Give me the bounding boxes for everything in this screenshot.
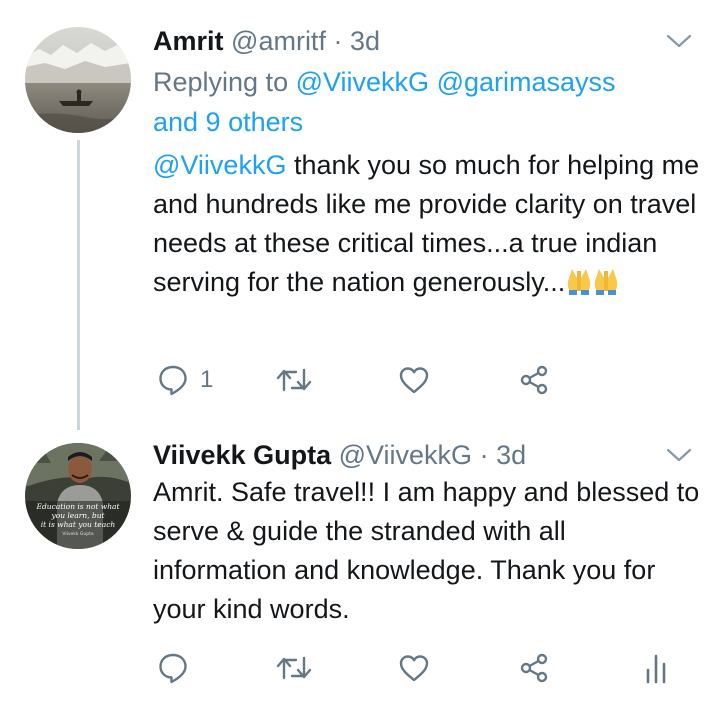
share-button[interactable]: [518, 360, 550, 400]
tweet[interactable]: Viivekk Gupta @ViivekkG · 3d Amrit. Safe…: [153, 438, 703, 629]
like-icon: [398, 653, 430, 683]
reply-icon: [158, 652, 188, 684]
avatar-quote-text: you learn, but: [50, 511, 105, 520]
chevron-down-icon[interactable]: [666, 446, 692, 464]
author-name[interactable]: Viivekk Gupta: [153, 440, 331, 470]
tweet-action-bar: 1: [0, 360, 720, 400]
conversation-thread: Amrit @amritf · 3d Replying to @ViivekkG…: [0, 0, 720, 702]
timestamp[interactable]: 3d: [350, 26, 380, 56]
chevron-down-icon[interactable]: [666, 32, 692, 50]
author-handle[interactable]: @ViivekkG: [339, 440, 472, 470]
reply-count: 1: [200, 366, 214, 393]
mention-link[interactable]: @ViivekkG: [153, 150, 286, 180]
retweet-button[interactable]: [276, 648, 312, 688]
avatar-image: Education is not what you learn, but it …: [25, 443, 131, 549]
avatar-image: [25, 27, 131, 133]
folded-hands-emoji-icon: [593, 265, 619, 306]
retweet-icon: [276, 654, 312, 682]
like-button[interactable]: [398, 648, 430, 688]
tweet-text: Amrit. Safe travel!! I am happy and bles…: [153, 477, 700, 624]
tweet-header: Amrit @amritf · 3d: [153, 24, 703, 58]
analytics-button[interactable]: [644, 648, 668, 688]
share-button[interactable]: [518, 648, 550, 688]
avatar[interactable]: Education is not what you learn, but it …: [25, 443, 131, 549]
separator-dot: ·: [333, 26, 343, 56]
avatar-signature-text: Viivekk Gupta: [62, 531, 94, 537]
share-icon: [518, 364, 550, 396]
retweet-button[interactable]: [276, 360, 312, 400]
reply-button[interactable]: 1: [158, 360, 213, 400]
like-button[interactable]: [398, 360, 430, 400]
avatar-quote-text: Education is not what: [35, 502, 120, 511]
retweet-icon: [276, 366, 312, 394]
avatar[interactable]: [25, 27, 131, 133]
tweet[interactable]: Amrit @amritf · 3d Replying to @ViivekkG…: [153, 24, 703, 306]
tweet-text: @ViivekkG thank you so much for helping …: [153, 146, 703, 306]
replying-to-user-link[interactable]: @ViivekkG: [296, 67, 429, 97]
reply-icon: [158, 364, 188, 396]
reply-button[interactable]: [158, 648, 200, 688]
avatar-quote-text: it is what you teach: [41, 520, 116, 529]
replying-to: Replying to @ViivekkG @garimasayss and 9…: [153, 62, 703, 142]
share-icon: [518, 652, 550, 684]
tweet-action-bar: [0, 648, 720, 688]
like-icon: [398, 365, 430, 395]
separator-dot: ·: [479, 440, 489, 470]
analytics-icon: [644, 652, 668, 684]
author-handle[interactable]: @amritf: [231, 26, 326, 56]
tweet-header: Viivekk Gupta @ViivekkG · 3d: [153, 438, 703, 472]
replying-to-user-link[interactable]: @garimasayss: [437, 67, 616, 97]
replying-to-others-link[interactable]: and 9 others: [153, 107, 303, 137]
replying-to-label: Replying to: [153, 67, 296, 97]
author-name[interactable]: Amrit: [153, 26, 224, 56]
timestamp[interactable]: 3d: [496, 440, 526, 470]
folded-hands-emoji-icon: [566, 265, 592, 306]
